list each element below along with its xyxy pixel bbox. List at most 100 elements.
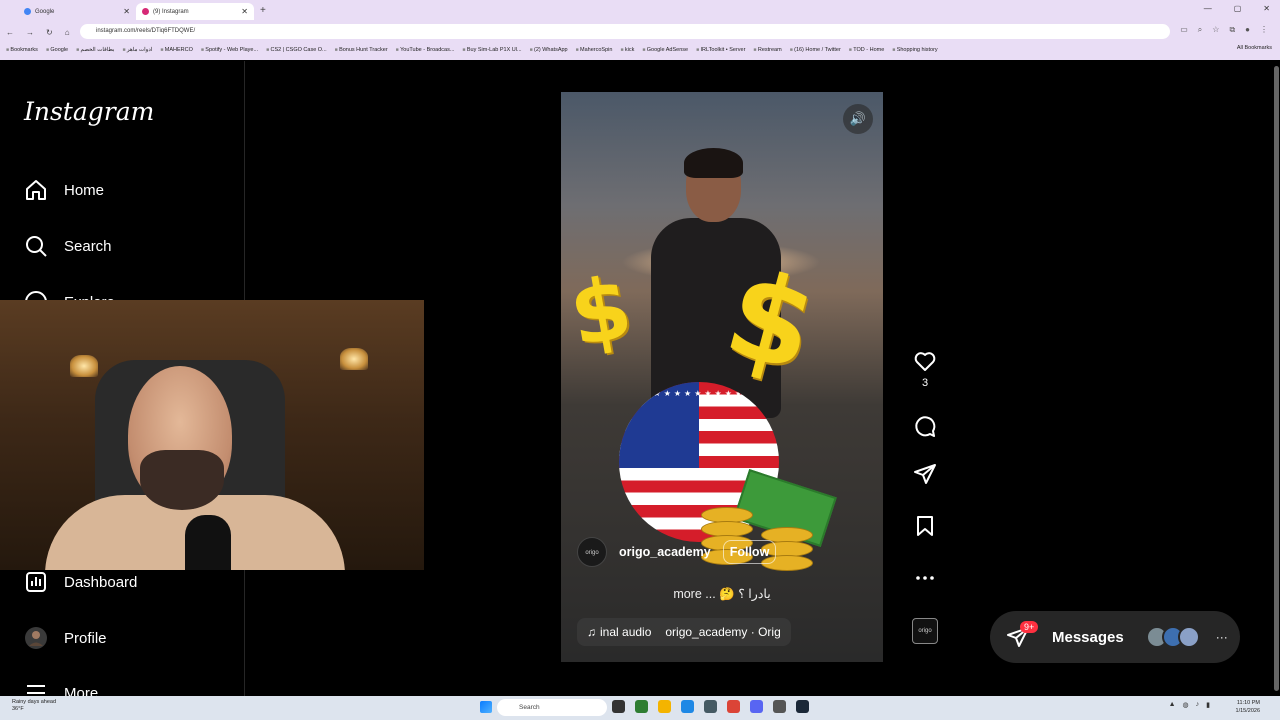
avatar bbox=[25, 627, 47, 649]
messages-badge: 9+ bbox=[1020, 621, 1039, 633]
webcam-overlay bbox=[0, 300, 424, 570]
volume-icon[interactable]: ♪ bbox=[1196, 701, 1200, 709]
windows-start-icon[interactable] bbox=[480, 701, 492, 713]
bookmark-item[interactable]: CS2 | CSGO Case O... bbox=[266, 47, 327, 53]
weather-text: Rainy days ahead bbox=[12, 699, 57, 705]
bookmark-item[interactable]: YouTube - Broadcas... bbox=[396, 47, 454, 53]
author-name[interactable]: origo_academy bbox=[619, 545, 711, 559]
nav-profile[interactable]: Profile bbox=[24, 626, 107, 650]
bookmark-item[interactable]: Bonus Hunt Tracker bbox=[335, 47, 388, 53]
store-icon[interactable] bbox=[704, 700, 717, 713]
messages-button[interactable]: 9+ Messages ··· bbox=[990, 611, 1240, 663]
bookmark-item[interactable]: بطاقات الخصم bbox=[76, 47, 115, 53]
bookmarks-bar: Bookmarks Google بطاقات الخصم ادوات ماهر… bbox=[6, 44, 938, 56]
nav-label: Search bbox=[64, 237, 112, 255]
audio-thumbnail[interactable]: origo bbox=[912, 618, 938, 644]
bookmark-item[interactable]: MAHERCO bbox=[160, 47, 193, 53]
bookmark-item[interactable]: (2) WhatsApp bbox=[530, 47, 568, 53]
address-icons: ▭ ⌕ ☆ ⧉ ● ⋮ bbox=[1180, 25, 1268, 35]
bookmark-item[interactable]: Spotify - Web Playe... bbox=[201, 47, 258, 53]
tray-icon[interactable]: ▲ bbox=[1169, 701, 1176, 709]
beard-image bbox=[140, 450, 224, 510]
date: 1/15/2026 bbox=[1235, 708, 1260, 714]
microphone-image bbox=[185, 515, 231, 570]
edge-icon[interactable] bbox=[681, 700, 694, 713]
clock[interactable]: 11:10 PM 1/15/2026 bbox=[1236, 699, 1260, 715]
battery-icon[interactable]: ▮ bbox=[1206, 701, 1210, 709]
weather-temp: 36°F bbox=[12, 706, 24, 712]
close-window-icon[interactable]: ✕ bbox=[1263, 4, 1270, 13]
bookmark-item[interactable]: kick bbox=[620, 47, 634, 53]
nav-home[interactable]: Home bbox=[24, 178, 104, 202]
bookmark-item[interactable]: (16) Home / Twitter bbox=[790, 47, 841, 53]
chrome-icon[interactable] bbox=[727, 700, 740, 713]
volume-icon[interactable]: 🔊 bbox=[843, 104, 873, 134]
reel-video[interactable]: $ $ ★★★★★★★★★★★★★★★★★★★★★★★★★★★★ 🔊 origo… bbox=[561, 92, 883, 662]
bookmark-item[interactable]: Google bbox=[46, 47, 68, 53]
calculator-icon[interactable] bbox=[773, 700, 786, 713]
search-icon bbox=[26, 236, 47, 257]
taskview-icon[interactable] bbox=[612, 700, 625, 713]
weather-widget[interactable]: Rainy days ahead 36°F bbox=[12, 699, 56, 713]
scrollbar[interactable] bbox=[1272, 61, 1280, 696]
tab-instagram[interactable]: (9) Instagram ✕ bbox=[136, 3, 254, 20]
new-tab-button[interactable]: + bbox=[260, 5, 266, 16]
menu-icon[interactable]: ⋮ bbox=[1260, 25, 1268, 35]
explorer-icon[interactable] bbox=[658, 700, 671, 713]
time: 11:10 PM bbox=[1236, 700, 1260, 706]
bookmark-icon[interactable] bbox=[913, 514, 937, 538]
home-icon[interactable]: ⌂ bbox=[65, 28, 70, 37]
like-count: 3 bbox=[921, 377, 929, 389]
reel-caption[interactable]: more ... 🤔 يادرا ؟ bbox=[561, 586, 883, 602]
more-options-icon[interactable] bbox=[913, 566, 937, 590]
address-bar[interactable]: instagram.com/reels/DTiq6FTDQWE/ bbox=[80, 24, 1170, 39]
avatar-icon[interactable]: ● bbox=[1245, 25, 1250, 35]
back-icon[interactable]: ← bbox=[6, 28, 14, 37]
reload-icon[interactable]: ↻ bbox=[46, 28, 53, 37]
message-avatars bbox=[1145, 626, 1200, 648]
share-icon[interactable] bbox=[913, 462, 937, 486]
bookmark-item[interactable]: Buy Sim-Lab P1X Ul... bbox=[462, 47, 522, 53]
star-icon[interactable]: ☆ bbox=[1212, 25, 1219, 35]
heart-icon[interactable] bbox=[913, 349, 937, 373]
forward-icon[interactable]: → bbox=[26, 28, 34, 37]
nav-search[interactable]: Search bbox=[24, 234, 112, 258]
instagram-logo[interactable]: Instagram bbox=[24, 97, 154, 126]
network-icon[interactable]: ◍ bbox=[1183, 701, 1189, 709]
audio-pill[interactable]: ♫ inal audio origo_academy · Orig bbox=[577, 618, 791, 646]
bookmark-item[interactable]: Bookmarks bbox=[6, 47, 38, 53]
bookmark-item[interactable]: ادوات ماهر bbox=[122, 47, 152, 53]
comment-icon[interactable] bbox=[913, 415, 937, 439]
extensions-icon[interactable]: ⧉ bbox=[1229, 25, 1235, 35]
maximize-icon[interactable]: ▢ bbox=[1234, 4, 1242, 13]
bookmark-item[interactable]: MahercoSpin bbox=[576, 47, 612, 53]
audio-label: inal audio bbox=[600, 625, 652, 639]
bookmark-item[interactable]: Restream bbox=[753, 47, 782, 53]
reel-actions: 3 bbox=[905, 349, 945, 590]
music-note-icon: ♫ bbox=[587, 625, 596, 639]
follow-button[interactable]: Follow bbox=[722, 540, 777, 564]
tab-label: Google bbox=[35, 8, 55, 15]
lamp-image bbox=[340, 348, 368, 370]
nav-label: Home bbox=[64, 181, 105, 199]
tab-google[interactable]: Google ✕ bbox=[18, 3, 136, 20]
discord-icon[interactable] bbox=[750, 700, 763, 713]
bookmark-item[interactable]: IRLToolkit • Server bbox=[696, 47, 746, 53]
close-icon[interactable]: ✕ bbox=[123, 7, 130, 16]
bookmark-item[interactable]: Google AdSense bbox=[642, 47, 688, 53]
app-icon[interactable] bbox=[635, 700, 648, 713]
zoom-icon[interactable]: ⌕ bbox=[1198, 25, 1202, 35]
close-icon[interactable]: ✕ bbox=[241, 7, 248, 16]
minimize-icon[interactable]: — bbox=[1204, 4, 1212, 13]
steam-icon[interactable] bbox=[796, 700, 809, 713]
all-bookmarks[interactable]: All Bookmarks bbox=[1237, 45, 1272, 51]
author-avatar[interactable]: origo bbox=[577, 537, 607, 567]
audio-author: origo_academy · Orig bbox=[665, 625, 781, 639]
taskbar-apps bbox=[612, 700, 809, 713]
nav-dashboard[interactable]: Dashboard bbox=[24, 570, 137, 594]
bookmark-item[interactable]: TOD - Home bbox=[849, 47, 884, 53]
install-icon[interactable]: ▭ bbox=[1180, 25, 1188, 35]
bookmark-item[interactable]: Shopping history bbox=[892, 47, 938, 53]
taskbar-search[interactable]: Search bbox=[497, 699, 607, 716]
nav-label: Dashboard bbox=[64, 573, 138, 591]
